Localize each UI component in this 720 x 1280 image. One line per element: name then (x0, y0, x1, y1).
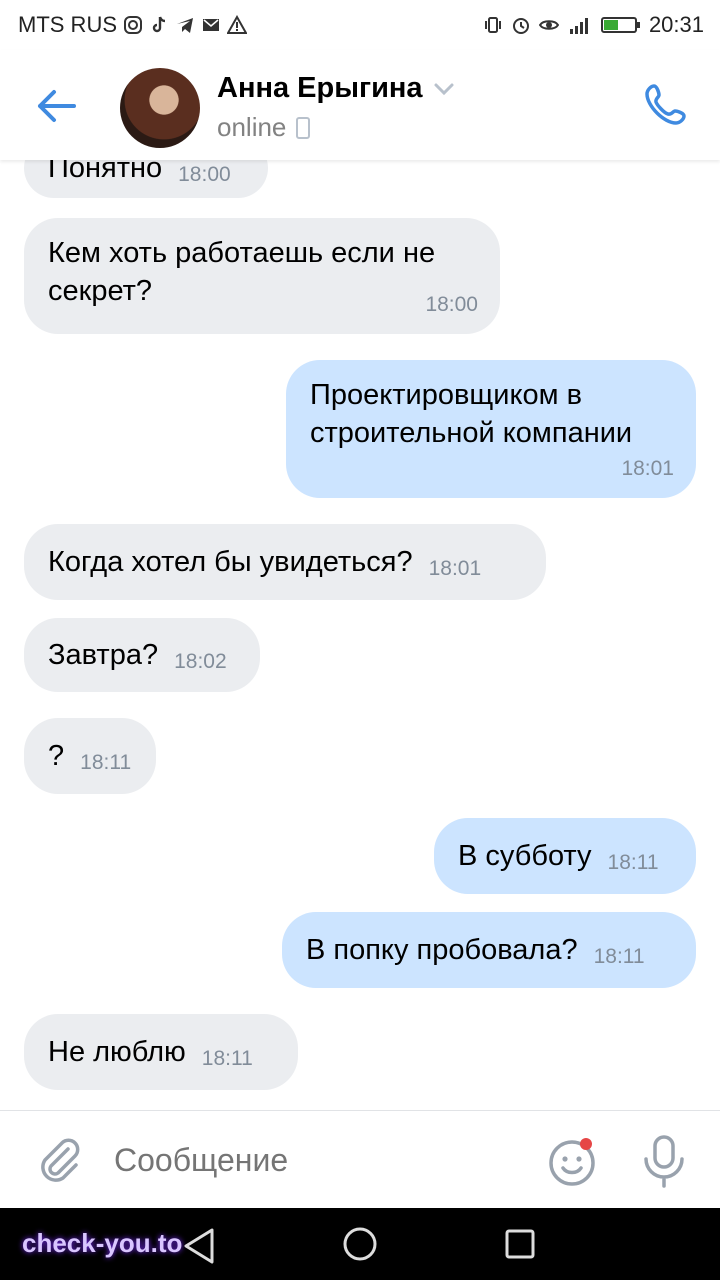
incoming-message[interactable]: Не люблю 18:11 (24, 1014, 298, 1090)
message-text: Завтра? (48, 639, 159, 671)
mobile-device-icon (296, 116, 311, 139)
nav-back-icon[interactable] (180, 1226, 220, 1266)
message-time: 18:01 (621, 457, 674, 480)
telegram-icon (177, 18, 193, 33)
message-text: Когда хотел бы увидеться? (48, 546, 413, 578)
message-time: 18:00 (425, 293, 478, 316)
message-text: Понятно (48, 160, 163, 184)
incoming-message[interactable]: Кем хоть работаешь если не секрет? 18:00 (24, 218, 500, 334)
message-time: 18:00 (178, 163, 231, 186)
message-text: В субботу (458, 840, 592, 872)
microphone-icon[interactable] (640, 1133, 688, 1189)
incoming-message[interactable]: ? 18:11 (24, 718, 156, 794)
outgoing-message[interactable]: В субботу 18:11 (434, 818, 696, 894)
phone-call-icon[interactable] (640, 78, 692, 130)
presence-status: online (217, 112, 311, 143)
system-nav-bar: check-you.to (0, 1208, 720, 1280)
carrier-label: MTS RUS (18, 12, 117, 37)
message-text: Проектировщиком в строительной компании (310, 379, 633, 449)
message-input[interactable] (114, 1137, 514, 1183)
chevron-down-icon[interactable] (433, 82, 455, 96)
mail-icon (203, 19, 219, 31)
clock: 20:31 (648, 12, 704, 37)
message-time: 18:11 (607, 851, 659, 874)
alarm-icon (512, 18, 529, 34)
tiktok-icon (152, 16, 166, 33)
message-time: 18:11 (201, 1047, 253, 1070)
outgoing-message[interactable]: Проектировщиком в строительной компании 1… (286, 360, 696, 498)
back-arrow-icon[interactable] (30, 80, 82, 132)
avatar[interactable] (120, 68, 200, 148)
message-text: Не люблю (48, 1036, 186, 1068)
battery-icon (600, 17, 640, 33)
message-time: 18:11 (593, 945, 645, 968)
incoming-message[interactable]: Когда хотел бы увидеться? 18:01 (24, 524, 546, 600)
status-right: 20:31 (483, 12, 704, 38)
message-time: 18:01 (428, 557, 482, 580)
message-time: 18:11 (80, 751, 132, 774)
warning-icon (227, 15, 247, 34)
message-text: В попку пробовала? (306, 934, 578, 966)
message-list[interactable]: Понятно 18:00 Кем хоть работаешь если не с… (0, 160, 720, 1110)
notification-dot (580, 1138, 592, 1150)
composer-bar (0, 1110, 720, 1209)
contact-name[interactable]: Анна Ерыгина (217, 72, 455, 105)
presence-label: online (217, 112, 287, 142)
watermark: check-you.to (22, 1228, 183, 1258)
signal-icon (569, 18, 588, 34)
message-text: Кем хоть работаешь если не секрет? (48, 237, 436, 307)
status-bar: MTS RUS 20:31 (0, 0, 720, 50)
message-time: 18:02 (174, 650, 227, 673)
eye-icon (538, 20, 559, 30)
incoming-message[interactable]: Завтра? 18:02 (24, 618, 260, 692)
message-text: ? (48, 740, 65, 772)
status-left: MTS RUS (18, 12, 247, 38)
paperclip-icon[interactable] (34, 1135, 84, 1185)
contact-name-label: Анна Ерыгина (217, 72, 423, 104)
instagram-icon (124, 16, 142, 34)
nav-recents-icon[interactable] (504, 1228, 536, 1260)
outgoing-message[interactable]: В попку пробовала? 18:11 (282, 912, 696, 988)
incoming-message[interactable]: Понятно 18:00 (24, 160, 268, 198)
vibrate-icon (484, 17, 501, 33)
nav-home-icon[interactable] (342, 1226, 378, 1262)
emoji-icon[interactable] (546, 1135, 598, 1187)
chat-header: Анна Ерыгина online (0, 50, 720, 160)
